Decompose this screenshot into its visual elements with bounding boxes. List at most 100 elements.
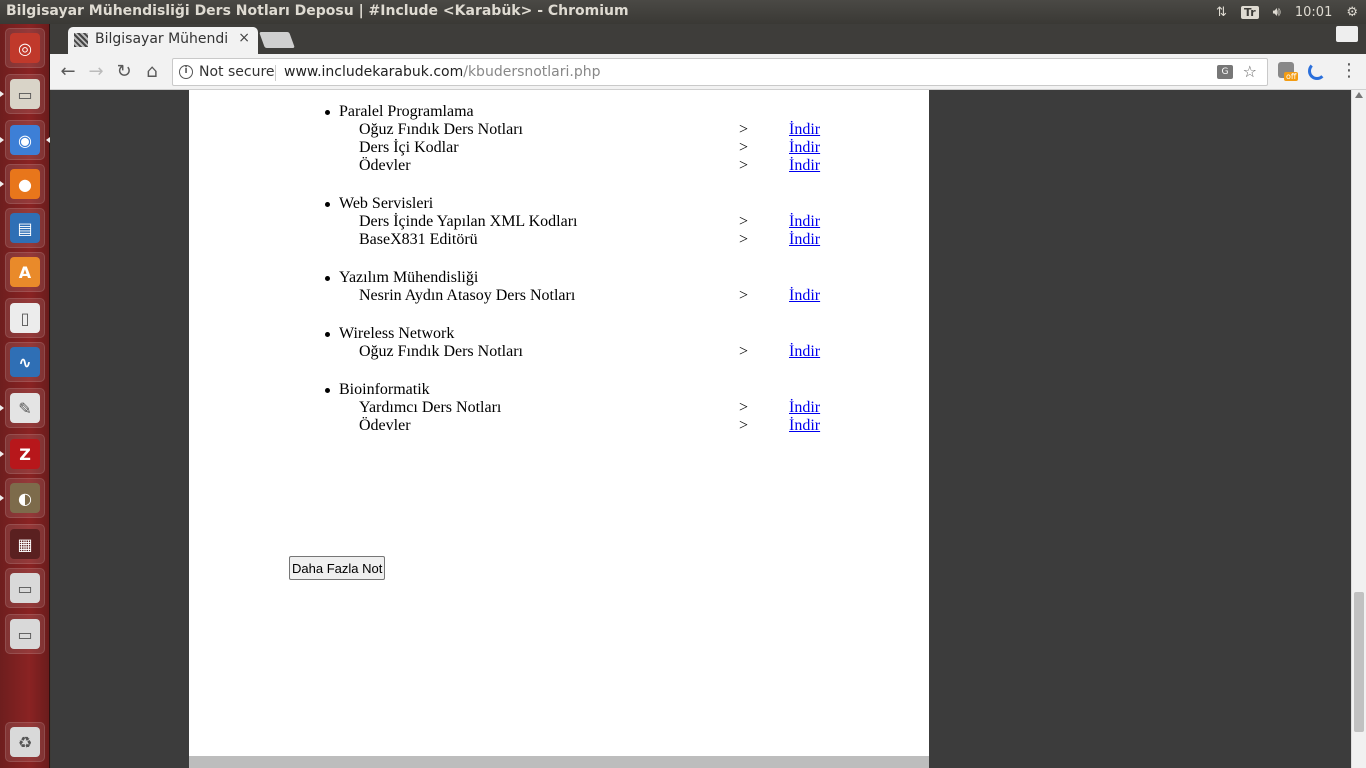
download-link[interactable]: İndir bbox=[789, 417, 820, 435]
category-heading: Web Servisleri bbox=[325, 195, 434, 213]
menu-icon[interactable]: ⋮ bbox=[1340, 62, 1358, 80]
note-name: Ders İçinde Yapılan XML Kodları bbox=[359, 213, 578, 230]
tab-label: Bilgisayar Mühendi bbox=[95, 31, 227, 47]
category-title: Wireless Network bbox=[339, 325, 455, 342]
launcher-item-gimp[interactable]: ◐ bbox=[5, 478, 45, 518]
writer-icon: ▤ bbox=[10, 213, 40, 243]
security-label[interactable]: Not secure bbox=[199, 64, 275, 80]
row-arrow: > bbox=[739, 121, 749, 138]
translate-icon[interactable]: G bbox=[1217, 65, 1233, 79]
address-bar[interactable]: i Not secure www.includekarabuk.com/kbud… bbox=[172, 58, 1268, 86]
chromium-icon: ◉ bbox=[10, 125, 40, 155]
download-link[interactable]: İndir bbox=[789, 121, 820, 139]
launcher-item-chromium[interactable]: ◉ bbox=[5, 120, 45, 160]
download-link[interactable]: İndir bbox=[789, 343, 820, 361]
note-name: Ödevler bbox=[359, 417, 411, 434]
launcher-item-filezilla[interactable]: Z bbox=[5, 434, 45, 474]
profile-icon[interactable] bbox=[1336, 26, 1358, 42]
row-arrow: > bbox=[739, 139, 749, 156]
gear-icon[interactable]: ⚙ bbox=[1346, 5, 1358, 20]
download-link[interactable]: İndir bbox=[789, 231, 820, 249]
launcher-item-system-monitor[interactable]: ∿ bbox=[5, 342, 45, 382]
page-content: Daha Fazla Not Paralel Programlama Oğuz F… bbox=[189, 90, 929, 756]
download-link[interactable]: İndir bbox=[789, 399, 820, 417]
launcher-item-workspace-switcher[interactable]: ▦ bbox=[5, 524, 45, 564]
launcher-item-trash[interactable]: ♻ bbox=[5, 722, 45, 762]
launcher-item-mouse-settings[interactable]: ▯ bbox=[5, 298, 45, 338]
category-title: Bioinformatik bbox=[339, 381, 430, 398]
note-name: Oğuz Fındık Ders Notları bbox=[359, 121, 523, 138]
favicon-icon bbox=[74, 33, 88, 47]
bookmark-star-icon[interactable]: ☆ bbox=[1243, 62, 1257, 81]
note-row: Oğuz Fındık Ders Notları > İndir bbox=[359, 121, 959, 139]
trash-icon: ♻ bbox=[10, 727, 40, 757]
ubuntu-logo-icon: ◎ bbox=[10, 33, 40, 63]
close-tab-icon[interactable]: × bbox=[238, 30, 250, 46]
bullet-icon bbox=[325, 388, 330, 393]
launcher-item-libreoffice-writer[interactable]: ▤ bbox=[5, 208, 45, 248]
launcher-item-drive-1[interactable]: ▭ bbox=[5, 568, 45, 608]
note-name: Nesrin Aydın Atasoy Ders Notları bbox=[359, 287, 576, 304]
row-arrow: > bbox=[739, 231, 749, 248]
download-link[interactable]: İndir bbox=[789, 287, 820, 305]
row-arrow: > bbox=[739, 213, 749, 230]
volume-icon[interactable]: 🔊︎ bbox=[1273, 5, 1281, 20]
scrollbar-thumb[interactable] bbox=[1354, 592, 1364, 732]
more-notes-button[interactable]: Daha Fazla Not bbox=[289, 556, 386, 580]
note-name: Yardımcı Ders Notları bbox=[359, 399, 502, 416]
back-arrow-icon[interactable]: ← bbox=[58, 62, 78, 82]
reload-icon[interactable]: ↻ bbox=[114, 62, 134, 82]
row-arrow: > bbox=[739, 343, 749, 360]
drive-icon: ▭ bbox=[10, 573, 40, 603]
category-heading: Wireless Network bbox=[325, 325, 455, 343]
url-text[interactable]: www.includekarabuk.com/kbudersnotlari.ph… bbox=[284, 64, 601, 80]
gimp-icon: ◐ bbox=[10, 483, 40, 513]
workspace-icon: ▦ bbox=[10, 529, 40, 559]
category-title: Web Servisleri bbox=[339, 195, 434, 212]
software-center-icon: A bbox=[10, 257, 40, 287]
page-scrollbar[interactable] bbox=[1351, 90, 1366, 768]
launcher-item-files[interactable]: ▭ bbox=[5, 74, 45, 114]
extension-off-badge: off bbox=[1284, 72, 1299, 81]
bullet-icon bbox=[325, 332, 330, 337]
running-indicator bbox=[0, 451, 4, 458]
new-tab-button[interactable] bbox=[259, 32, 295, 48]
forward-arrow-icon[interactable]: → bbox=[86, 62, 106, 82]
launcher-item-software-center[interactable]: A bbox=[5, 252, 45, 292]
window-title: Bilgisayar Mühendisliği Ders Notları Dep… bbox=[6, 3, 629, 19]
row-arrow: > bbox=[739, 399, 749, 416]
tab-active[interactable]: Bilgisayar Mühendi × bbox=[68, 27, 258, 54]
category-heading: Paralel Programlama bbox=[325, 103, 474, 121]
download-link[interactable]: İndir bbox=[789, 139, 820, 157]
download-link[interactable]: İndir bbox=[789, 157, 820, 175]
firefox-icon: ● bbox=[10, 169, 40, 199]
download-link[interactable]: İndir bbox=[789, 213, 820, 231]
clock[interactable]: 10:01 bbox=[1295, 5, 1332, 20]
system-top-bar: Bilgisayar Mühendisliği Ders Notları Dep… bbox=[0, 0, 1366, 24]
scroll-up-arrow-icon[interactable] bbox=[1355, 92, 1363, 98]
launcher-item-text-editor[interactable]: ✎ bbox=[5, 388, 45, 428]
page-viewport: Daha Fazla Not Paralel Programlama Oğuz F… bbox=[51, 90, 1351, 768]
note-name: Oğuz Fındık Ders Notları bbox=[359, 343, 523, 360]
network-icon[interactable]: ⇅ bbox=[1216, 5, 1227, 20]
divider bbox=[275, 65, 276, 81]
bullet-icon bbox=[325, 202, 330, 207]
note-name: BaseX831 Editörü bbox=[359, 231, 478, 248]
row-arrow: > bbox=[739, 287, 749, 304]
extension-moon-icon[interactable] bbox=[1308, 62, 1326, 80]
running-indicator bbox=[0, 91, 4, 98]
extension-icon[interactable]: off bbox=[1278, 62, 1300, 84]
launcher-item-drive-2[interactable]: ▭ bbox=[5, 614, 45, 654]
launcher-item-firefox[interactable]: ● bbox=[5, 164, 45, 204]
note-row: Yardımcı Ders Notları > İndir bbox=[359, 399, 959, 417]
bullet-icon bbox=[325, 110, 330, 115]
row-arrow: > bbox=[739, 157, 749, 174]
launcher-item-ubuntu-dash[interactable]: ◎ bbox=[5, 28, 45, 68]
note-row: BaseX831 Editörü > İndir bbox=[359, 231, 959, 249]
keyboard-layout-indicator[interactable]: Tr bbox=[1240, 5, 1259, 19]
bullet-icon bbox=[325, 276, 330, 281]
info-icon[interactable]: i bbox=[179, 65, 193, 79]
unity-launcher: ◎ ▭ ◉ ● ▤ A ▯ ∿ ✎ Z ◐ ▦ ▭ ▭ ♻ bbox=[0, 24, 50, 768]
home-icon[interactable]: ⌂ bbox=[142, 62, 162, 82]
text-editor-icon: ✎ bbox=[10, 393, 40, 423]
